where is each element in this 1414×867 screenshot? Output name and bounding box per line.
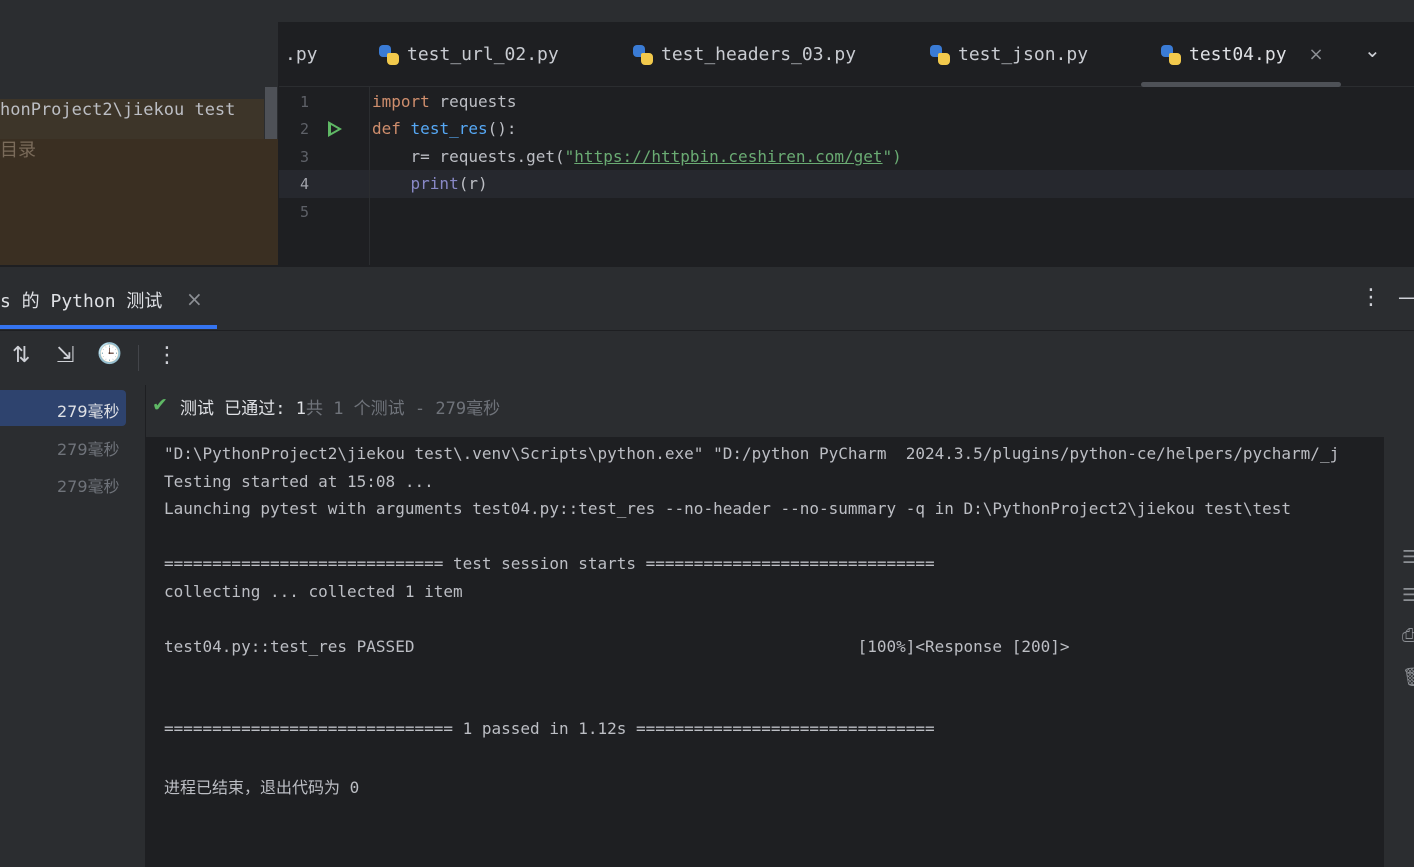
- collapse-icon[interactable]: ⇲: [56, 343, 74, 368]
- minimize-icon[interactable]: —: [1398, 285, 1414, 309]
- console-line: "D:\PythonProject2\jiekou test\.venv\Scr…: [164, 444, 1340, 463]
- python-file-icon: [930, 44, 950, 65]
- run-tab-close-icon[interactable]: ×: [186, 287, 203, 311]
- tab-label: test_headers_03.py: [661, 44, 857, 65]
- test-status-text: 测试 已通过: 1共 1 个测试 - 279毫秒: [180, 394, 500, 419]
- test-tree-item[interactable]: 279毫秒: [57, 436, 120, 460]
- run-test-icon-inner: [331, 125, 338, 133]
- python-file-icon: [633, 44, 653, 65]
- code-text: r= requests.get(: [372, 147, 565, 166]
- tab-close-icon[interactable]: ×: [1309, 44, 1324, 65]
- tab-partial[interactable]: .py: [285, 44, 318, 65]
- tab-test-url-02[interactable]: test_url_02.py: [379, 44, 559, 65]
- code-line-3: r= requests.get("https://httpbin.ceshire…: [372, 147, 902, 166]
- console-line: Launching pytest with arguments test04.p…: [164, 499, 1292, 518]
- code-text: requests: [429, 92, 517, 111]
- history-icon[interactable]: 🕒: [97, 341, 122, 365]
- status-label: 测试 已通过:: [180, 399, 296, 419]
- builtin-name: print: [372, 174, 459, 193]
- test-tree-item[interactable]: 279毫秒: [57, 398, 120, 422]
- project-panel: honProject2\jiekou test 目录: [0, 22, 278, 265]
- project-dir-label: 目录: [0, 140, 36, 161]
- editor-tab-bar: .py test_url_02.py test_headers_03.py te…: [279, 22, 1414, 87]
- console-side-toolbar: ☰ ☰ ⎙ 🗑: [1384, 437, 1414, 867]
- keyword: import: [372, 92, 430, 111]
- console-line: collecting ... collected 1 item: [164, 582, 463, 601]
- keyword: def: [372, 119, 401, 138]
- tab-label: test_json.py: [958, 44, 1089, 65]
- test-status-bar: ✔ 测试 已通过: 1共 1 个测试 - 279毫秒: [146, 385, 1414, 437]
- code-line-4: print(r): [372, 174, 488, 193]
- code-text: ():: [487, 119, 517, 138]
- console-line: ============================= test sessi…: [164, 554, 935, 573]
- sort-icon[interactable]: ⇅: [12, 343, 30, 368]
- soft-wrap-icon[interactable]: ☰: [1402, 547, 1414, 568]
- toolbar-separator: [138, 345, 139, 371]
- code-text: (r): [458, 174, 488, 193]
- project-tree-area: [0, 139, 278, 265]
- string-quote: "): [882, 147, 902, 166]
- more-options-icon[interactable]: ⋮: [1360, 285, 1382, 310]
- line-number: 5: [300, 203, 310, 221]
- passed-count: 1: [295, 399, 306, 419]
- tab-test-json[interactable]: test_json.py: [930, 44, 1088, 65]
- code-line-2: def test_res():: [372, 119, 517, 138]
- code-line-1: import requests: [372, 92, 517, 111]
- scroll-to-end-icon[interactable]: ☰: [1402, 585, 1414, 606]
- line-number: 3: [300, 148, 310, 166]
- passed-check-icon: ✔: [152, 394, 168, 416]
- console-line: test04.py::test_res PASSED [100%]<Respon…: [164, 637, 1070, 656]
- python-file-icon: [1161, 44, 1181, 65]
- tab-label: test_url_02.py: [407, 44, 559, 65]
- tab-test-headers-03[interactable]: test_headers_03.py: [633, 44, 856, 65]
- print-icon[interactable]: ⎙: [1402, 625, 1414, 646]
- python-file-icon: [379, 44, 399, 65]
- project-path-label[interactable]: honProject2\jiekou test: [0, 100, 235, 120]
- clear-icon[interactable]: 🗑: [1402, 667, 1414, 688]
- tab-label: test04.py: [1189, 44, 1287, 65]
- tab-test04[interactable]: test04.py ×: [1161, 44, 1324, 65]
- title-bar: [0, 0, 1414, 23]
- toolbar-more-icon[interactable]: ⋮: [156, 343, 178, 368]
- console-line: 进程已结束，退出代码为 0: [164, 778, 360, 797]
- function-name: test_res: [410, 119, 488, 138]
- console-line: Testing started at 15:08 ...: [164, 472, 434, 491]
- console-line: ============================== 1 passed …: [164, 719, 935, 738]
- line-number: 4: [300, 175, 310, 193]
- string-quote: ": [564, 147, 575, 166]
- run-tab-label[interactable]: s 的 Python 测试: [0, 287, 162, 313]
- test-tree-item[interactable]: 279毫秒: [57, 473, 120, 497]
- run-tool-window-header: s 的 Python 测试 × ⋮ —: [0, 266, 1414, 330]
- string-url[interactable]: https://httpbin.ceshiren.com/get: [574, 147, 882, 166]
- run-tab-indicator: [0, 325, 217, 329]
- tabs-dropdown-icon[interactable]: ⌄: [1364, 38, 1381, 62]
- status-summary: 共 1 个测试 - 279毫秒: [305, 399, 501, 419]
- project-scrollbar[interactable]: [265, 87, 277, 139]
- line-number: 1: [300, 93, 310, 111]
- tab-label: .py: [285, 44, 318, 65]
- run-toolbar: ⇅ ⇲ 🕒 ⋮: [0, 330, 1414, 385]
